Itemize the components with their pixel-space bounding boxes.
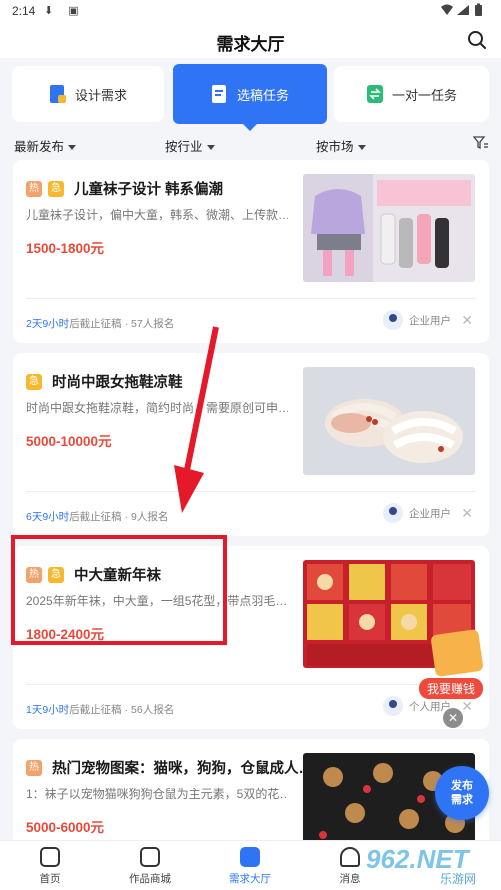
status-time: 2:14 bbox=[12, 4, 36, 18]
home-icon bbox=[40, 847, 60, 867]
system-icons bbox=[439, 3, 491, 20]
card-publisher: 企业用户 bbox=[383, 503, 451, 523]
card-divider bbox=[26, 298, 476, 299]
task-type-tabs: 设计需求 选稿任务 一对一任务 bbox=[12, 64, 489, 131]
card-deadline: 2天9小时后截止征稿 · 57人报名 bbox=[26, 318, 175, 330]
filter-label: 按市场 bbox=[316, 140, 354, 154]
urgent-tag: 急 bbox=[26, 373, 42, 390]
fab-label: 需求 bbox=[451, 794, 473, 806]
card-deadline: 6天9小时后截止征稿 · 9人报名 bbox=[26, 511, 169, 523]
avatar bbox=[383, 503, 403, 523]
top-header: 需求大厅 bbox=[0, 22, 501, 58]
card-divider bbox=[26, 491, 476, 492]
wifi-battery-icon bbox=[441, 3, 482, 16]
card-price: 5000-10000元 bbox=[26, 434, 112, 449]
annotation-highlight-box bbox=[11, 535, 227, 645]
card-price: 1500-1800元 bbox=[26, 241, 105, 256]
avatar bbox=[383, 310, 403, 330]
card-price: 5000-6000元 bbox=[26, 820, 105, 835]
card-title: 热门宠物图案：猫咪，狗狗，仓鼠成人… bbox=[52, 761, 313, 777]
filter-funnel-icon[interactable] bbox=[473, 136, 489, 150]
promo-label: 我要赚钱 bbox=[419, 678, 484, 699]
nav-label: 首页 bbox=[39, 873, 61, 885]
tab-one-on-one-task[interactable]: 一对一任务 bbox=[334, 66, 489, 122]
hot-tag: 热 bbox=[26, 759, 42, 776]
nav-demand-hall[interactable]: 需求大厅 bbox=[210, 847, 290, 886]
card-publisher: 企业用户 bbox=[383, 310, 451, 330]
page-title: 需求大厅 bbox=[216, 35, 285, 54]
nav-home[interactable]: 首页 bbox=[10, 847, 90, 886]
card-thumbnail bbox=[303, 174, 475, 282]
status-bar: 2:14 ⬇ ▣ bbox=[0, 0, 501, 22]
hot-tag: 热 bbox=[26, 180, 42, 197]
card-description: 1：袜子以宠物猫咪狗狗仓鼠为主元素，5双的花… bbox=[26, 787, 288, 801]
nav-works-store[interactable]: 作品商城 bbox=[110, 847, 190, 886]
filter-label: 按行业 bbox=[165, 140, 203, 154]
list-doc-icon bbox=[240, 847, 260, 867]
nav-label: 作品商城 bbox=[129, 873, 171, 885]
filter-label: 最新发布 bbox=[14, 140, 65, 154]
search-icon[interactable] bbox=[467, 30, 487, 50]
notification-icons: ⬇ ▣ bbox=[44, 5, 85, 17]
publish-demand-button[interactable]: 发布 需求 bbox=[435, 766, 489, 820]
filter-industry[interactable]: 按行业 bbox=[165, 136, 215, 155]
earn-money-promo[interactable]: 我要赚钱 bbox=[415, 628, 495, 702]
gift-icon bbox=[430, 628, 484, 678]
tab-label: 选稿任务 bbox=[236, 87, 289, 103]
watermark-subtext: 乐游网 bbox=[440, 872, 477, 886]
annotation-arrow bbox=[174, 326, 219, 513]
bell-icon bbox=[340, 847, 360, 867]
card-divider bbox=[26, 684, 476, 685]
nav-label: 需求大厅 bbox=[229, 873, 271, 885]
design-doc-icon bbox=[49, 84, 67, 104]
tab-label: 一对一任务 bbox=[391, 87, 457, 103]
tab-design-demand[interactable]: 设计需求 bbox=[12, 66, 164, 122]
close-icon[interactable]: ✕ bbox=[461, 505, 473, 522]
chevron-down-icon bbox=[206, 145, 215, 151]
card-title: 时尚中跟女拖鞋凉鞋 bbox=[52, 375, 183, 391]
urgent-tag: 急 bbox=[48, 180, 64, 197]
chevron-down-icon bbox=[357, 145, 366, 151]
fab-label: 发布 bbox=[451, 780, 473, 792]
card-description: 时尚中跟女拖鞋凉鞋，简约时尚，需要原创可申… bbox=[26, 401, 288, 415]
chevron-down-icon bbox=[68, 145, 77, 151]
exchange-icon bbox=[366, 84, 384, 104]
task-card[interactable]: 热 热门宠物图案：猫咪，狗狗，仓鼠成人… 1：袜子以宠物猫咪狗狗仓鼠为主元素，5… bbox=[13, 739, 489, 849]
task-card[interactable]: 急 时尚中跟女拖鞋凉鞋 时尚中跟女拖鞋凉鞋，简约时尚，需要原创可申… 5000-… bbox=[13, 353, 489, 536]
task-card[interactable]: 热 急 儿童袜子设计 韩系偏潮 儿童袜子设计，偏中大童，韩系、微潮、上传款… 1… bbox=[13, 160, 489, 343]
filter-bar: 最新发布 按行业 按市场 bbox=[0, 134, 501, 154]
card-title: 儿童袜子设计 韩系偏潮 bbox=[74, 182, 224, 198]
close-icon[interactable]: ✕ bbox=[461, 312, 473, 329]
filter-latest[interactable]: 最新发布 bbox=[14, 136, 77, 155]
tab-selection-task[interactable]: 选稿任务 bbox=[173, 64, 327, 131]
card-deadline: 1天9小时后截止征稿 · 56人报名 bbox=[26, 704, 175, 716]
tab-label: 设计需求 bbox=[74, 87, 127, 103]
card-description: 儿童袜子设计，偏中大童，韩系、微潮、上传款… bbox=[26, 208, 288, 222]
shopping-bag-icon bbox=[140, 847, 160, 867]
task-doc-icon bbox=[211, 84, 229, 104]
site-watermark: 962.NET 乐游网 bbox=[360, 840, 501, 890]
filter-market[interactable]: 按市场 bbox=[316, 136, 366, 155]
card-thumbnail bbox=[303, 367, 475, 475]
avatar bbox=[383, 696, 403, 716]
nav-label: 消息 bbox=[339, 873, 361, 885]
close-icon[interactable]: ✕ bbox=[443, 708, 463, 728]
